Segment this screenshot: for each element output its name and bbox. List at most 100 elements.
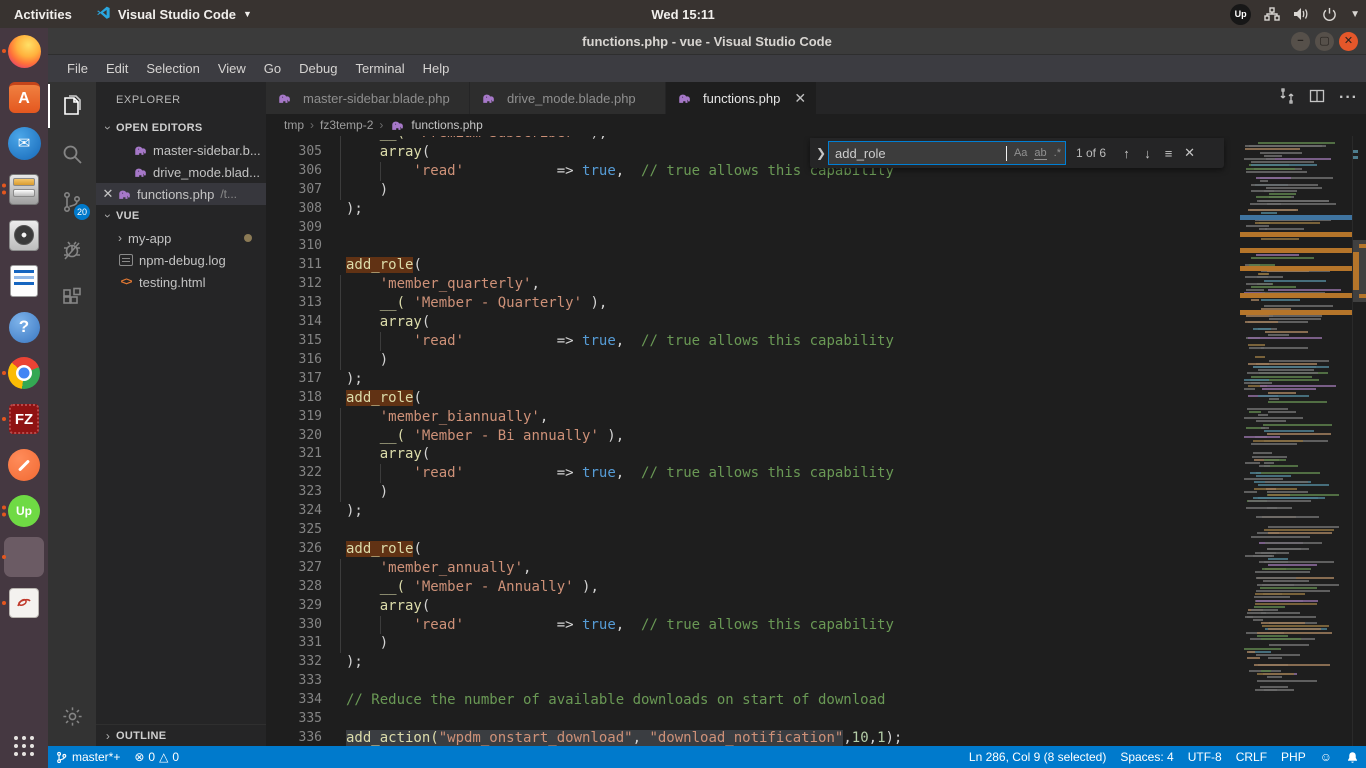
- window-title-bar[interactable]: functions.php - vue - Visual Studio Code…: [48, 28, 1366, 55]
- code-line[interactable]: 335: [266, 710, 1226, 729]
- libreoffice-writer-dock-icon[interactable]: [0, 258, 48, 304]
- tree-item-file[interactable]: npm-debug.log: [96, 249, 266, 271]
- app-menu[interactable]: Visual Studio Code ▼: [86, 0, 262, 28]
- menu-view[interactable]: View: [209, 58, 255, 79]
- match-case-icon[interactable]: Aa: [1014, 147, 1027, 159]
- next-match-icon[interactable]: ↓: [1137, 146, 1158, 161]
- more-actions-icon[interactable]: ···: [1339, 89, 1358, 107]
- cursor-position[interactable]: Ln 286, Col 9 (8 selected): [962, 750, 1113, 764]
- source-control-icon[interactable]: 20: [48, 178, 96, 226]
- close-button[interactable]: ✕: [1339, 32, 1358, 51]
- chrome-dock-icon[interactable]: [0, 350, 48, 396]
- code-line[interactable]: 331 ): [266, 634, 1226, 653]
- annotator-dock-icon[interactable]: [0, 580, 48, 626]
- code-line[interactable]: 307 ): [266, 181, 1226, 200]
- upwork-dock-icon[interactable]: Up: [0, 488, 48, 534]
- indentation-indicator[interactable]: Spaces: 4: [1113, 750, 1180, 764]
- upwork-tray-icon[interactable]: Up: [1230, 4, 1251, 25]
- code-line[interactable]: 327 'member_annually',: [266, 559, 1226, 578]
- files-dock-icon[interactable]: [0, 166, 48, 212]
- tab-close-icon[interactable]: ✕: [794, 90, 806, 107]
- folder-section-header[interactable]: › VUE: [96, 205, 266, 227]
- settings-gear-icon[interactable]: [48, 692, 96, 740]
- explorer-icon[interactable]: [48, 82, 96, 130]
- ubuntu-software-dock-icon[interactable]: A: [0, 74, 48, 120]
- code-line[interactable]: 321 array(: [266, 445, 1226, 464]
- vscode-dock-icon[interactable]: [0, 534, 48, 580]
- tab-functions-php[interactable]: functions.php ✕: [666, 82, 817, 114]
- menu-go[interactable]: Go: [255, 58, 290, 79]
- help-dock-icon[interactable]: ?: [0, 304, 48, 350]
- filezilla-dock-icon[interactable]: FZ: [0, 396, 48, 442]
- code-line[interactable]: 320 __( 'Member - Bi annually' ),: [266, 427, 1226, 446]
- extensions-icon[interactable]: [48, 274, 96, 322]
- tree-item-file[interactable]: <> testing.html: [96, 271, 266, 293]
- menu-terminal[interactable]: Terminal: [346, 58, 413, 79]
- breadcrumbs[interactable]: tmp › fz3temp-2 › functions.php: [266, 114, 1366, 136]
- postman-dock-icon[interactable]: [0, 442, 48, 488]
- open-editor-item-active[interactable]: ✕ functions.php /t...: [96, 183, 266, 205]
- code-line[interactable]: 308);: [266, 200, 1226, 219]
- show-applications-icon[interactable]: [0, 726, 48, 766]
- tab-drive-mode[interactable]: drive_mode.blade.php: [470, 82, 666, 114]
- menu-help[interactable]: Help: [414, 58, 459, 79]
- code-line[interactable]: 330 'read' => true, // true allows this …: [266, 616, 1226, 635]
- close-find-icon[interactable]: ✕: [1179, 145, 1200, 161]
- disk-burner-dock-icon[interactable]: [0, 212, 48, 258]
- open-editor-item[interactable]: master-sidebar.b...: [96, 139, 266, 161]
- code-line[interactable]: 323 ): [266, 483, 1226, 502]
- code-line[interactable]: 336add_action("wpdm_onstart_download", "…: [266, 729, 1226, 746]
- minimap[interactable]: [1240, 136, 1352, 746]
- code-line[interactable]: 309: [266, 219, 1226, 238]
- open-editors-header[interactable]: › OPEN EDITORS: [96, 117, 266, 139]
- code-line[interactable]: 333: [266, 672, 1226, 691]
- code-line[interactable]: 313 __( 'Member - Quarterly' ),: [266, 294, 1226, 313]
- tree-item-folder[interactable]: › my-app: [96, 227, 266, 249]
- activities-button[interactable]: Activities: [0, 0, 86, 28]
- close-editor-icon[interactable]: ✕: [100, 186, 116, 202]
- whole-word-icon[interactable]: ab: [1034, 147, 1046, 160]
- encoding-indicator[interactable]: UTF-8: [1181, 750, 1229, 764]
- maximize-button[interactable]: ▢: [1315, 32, 1334, 51]
- problems-indicator[interactable]: ⊗0 △0: [127, 746, 186, 768]
- breadcrumb-item[interactable]: functions.php: [411, 118, 482, 132]
- feedback-smiley-icon[interactable]: ☺: [1313, 750, 1339, 764]
- menu-debug[interactable]: Debug: [290, 58, 346, 79]
- menu-edit[interactable]: Edit: [97, 58, 137, 79]
- eol-indicator[interactable]: CRLF: [1229, 750, 1274, 764]
- code-line[interactable]: 329 array(: [266, 597, 1226, 616]
- code-line[interactable]: 322 'read' => true, // true allows this …: [266, 464, 1226, 483]
- menu-selection[interactable]: Selection: [137, 58, 208, 79]
- code-line[interactable]: 326add_role(: [266, 540, 1226, 559]
- outline-header[interactable]: › OUTLINE: [96, 724, 266, 746]
- overview-ruler[interactable]: [1352, 136, 1366, 746]
- notifications-bell-icon[interactable]: [1339, 751, 1366, 764]
- code-line[interactable]: 315 'read' => true, // true allows this …: [266, 332, 1226, 351]
- breadcrumb-item[interactable]: fz3temp-2: [320, 118, 373, 132]
- code-editor[interactable]: 304 __( 'Premium Subscriber' ),305 array…: [266, 136, 1366, 746]
- code-line[interactable]: 310: [266, 237, 1226, 256]
- previous-match-icon[interactable]: ↑: [1116, 146, 1137, 161]
- code-line[interactable]: 314 array(: [266, 313, 1226, 332]
- tab-master-sidebar[interactable]: master-sidebar.blade.php: [266, 82, 470, 114]
- code-line[interactable]: 312 'member_quarterly',: [266, 275, 1226, 294]
- code-line[interactable]: 334// Reduce the number of available dow…: [266, 691, 1226, 710]
- breadcrumb-item[interactable]: tmp: [284, 118, 304, 132]
- language-indicator[interactable]: PHP: [1274, 750, 1313, 764]
- code-line[interactable]: 332);: [266, 653, 1226, 672]
- debug-icon[interactable]: [48, 226, 96, 274]
- minimize-button[interactable]: −: [1291, 32, 1310, 51]
- firefox-dock-icon[interactable]: [0, 28, 48, 74]
- code-line[interactable]: 318add_role(: [266, 389, 1226, 408]
- code-line[interactable]: 319 'member_biannually',: [266, 408, 1226, 427]
- open-changes-icon[interactable]: [1279, 88, 1295, 109]
- clock[interactable]: Wed 15:11: [651, 0, 714, 28]
- code-line[interactable]: 328 __( 'Member - Annually' ),: [266, 578, 1226, 597]
- regex-icon[interactable]: .*: [1054, 147, 1061, 159]
- thunderbird-dock-icon[interactable]: ✉: [0, 120, 48, 166]
- menu-file[interactable]: File: [58, 58, 97, 79]
- code-line[interactable]: 316 ): [266, 351, 1226, 370]
- git-branch-indicator[interactable]: master*+: [48, 746, 127, 768]
- code-line[interactable]: 311add_role(: [266, 256, 1226, 275]
- code-line[interactable]: 325: [266, 521, 1226, 540]
